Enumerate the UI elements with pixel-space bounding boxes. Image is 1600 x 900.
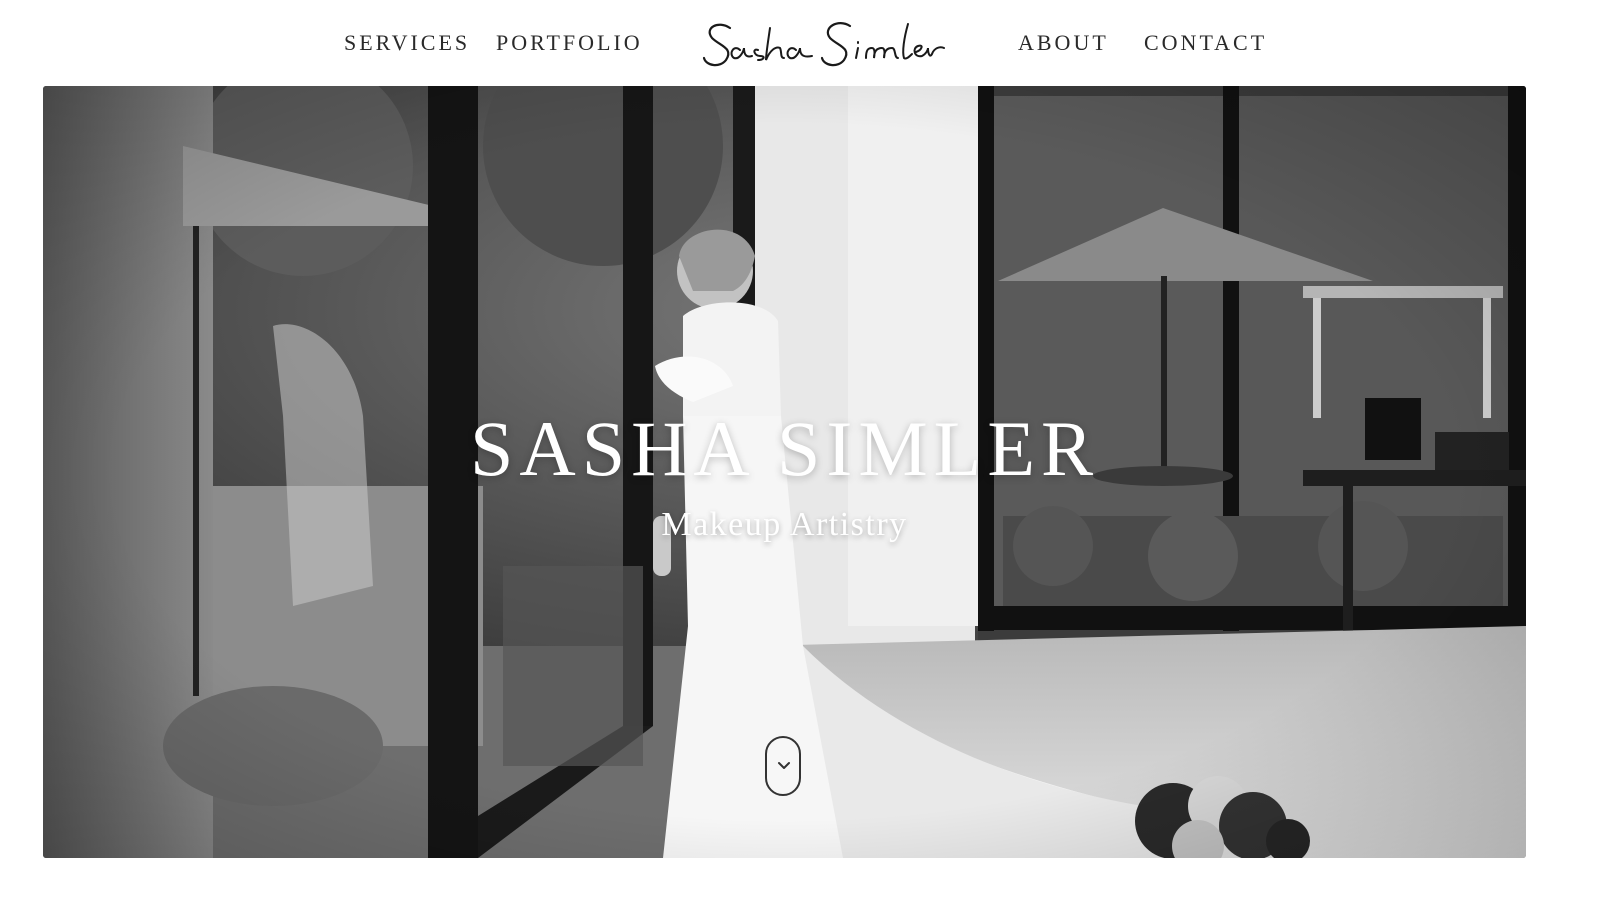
signature-logo bbox=[702, 22, 945, 67]
hero-section: SASHA SIMLER Makeup Artistry bbox=[43, 86, 1526, 858]
top-navigation: SERVICES PORTFOLIO ABOUT CONTACT bbox=[0, 0, 1600, 88]
hero-title: SASHA SIMLER bbox=[470, 405, 1099, 492]
nav-contact-link[interactable]: CONTACT bbox=[1144, 30, 1267, 56]
nav-portfolio-link[interactable]: PORTFOLIO bbox=[496, 30, 643, 56]
logo[interactable] bbox=[700, 14, 950, 72]
hero-subtitle: Makeup Artistry bbox=[661, 506, 908, 543]
chevron-down-icon bbox=[778, 762, 790, 769]
scroll-down-button[interactable] bbox=[765, 736, 801, 796]
nav-about-link[interactable]: ABOUT bbox=[1018, 30, 1109, 56]
nav-services-link[interactable]: SERVICES bbox=[344, 30, 470, 56]
